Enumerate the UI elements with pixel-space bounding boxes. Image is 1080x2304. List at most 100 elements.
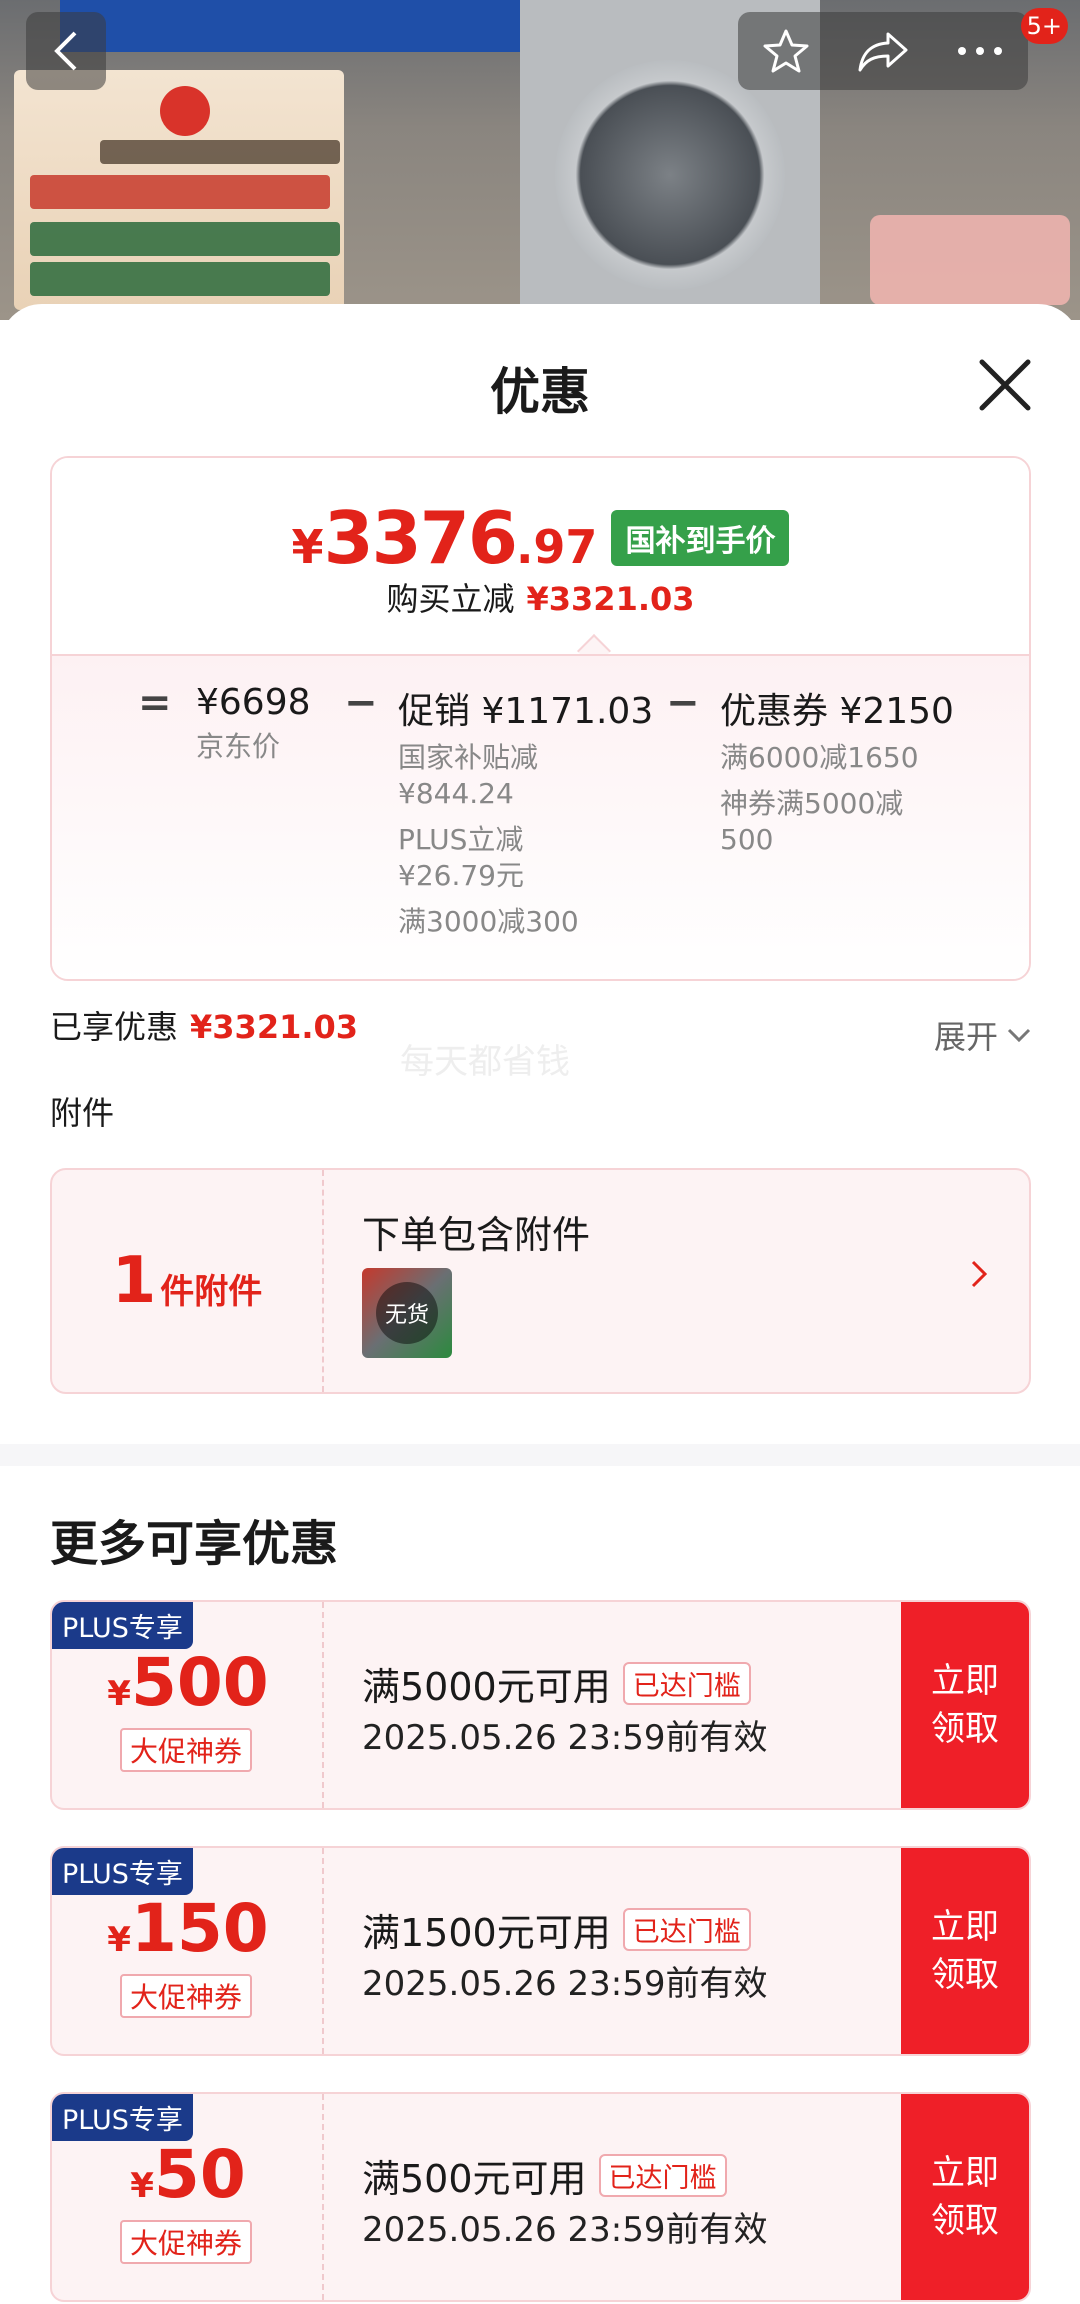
close-button[interactable]: [970, 350, 1040, 420]
promo-line: [30, 175, 330, 209]
offers-sheet: 优惠 ¥ 3376 .97 国补到手价 购买立减 ¥3321.03 = ¥6698…: [0, 304, 1080, 2304]
message-count-badge: 5+: [1020, 8, 1068, 44]
attachment-title: 下单包含附件: [362, 1213, 591, 1257]
coupon-value-area: PLUS专享 ¥150 大促神券: [52, 1848, 324, 2054]
chevron-right-icon: [971, 1260, 988, 1288]
coupon-expiry: 2025.05.26 23:59前有效: [362, 1964, 768, 2004]
attachment-count-number: 1: [111, 1244, 157, 1318]
brand-banner: [60, 0, 520, 52]
threshold-met-badge: 已达门槛: [622, 1662, 751, 1705]
jd-price-value: ¥6698: [196, 682, 311, 723]
promo-line: [30, 262, 330, 296]
coupon-currency: ¥: [130, 2166, 154, 2206]
promo-badge-image: [870, 215, 1070, 305]
coupon-item: 满6000减1650: [720, 741, 919, 774]
reduction-value: ¥3321.03: [526, 580, 695, 618]
chevron-down-icon: [1007, 1028, 1031, 1043]
coupon-value-area: PLUS专享 ¥50 大促神券: [52, 2094, 324, 2300]
plus-exclusive-tag: PLUS专享: [52, 2094, 193, 2141]
claim-coupon-button[interactable]: 立即 领取: [901, 1602, 1029, 1808]
promo-column: 促销 ¥1171.03 国家补贴减 ¥844.24 PLUS立减 ¥26.79元…: [398, 682, 653, 940]
minus-sign: −: [344, 680, 378, 726]
coupon-card: PLUS专享 ¥500 大促神券 满5000元可用 已达门槛 2025.05.26…: [50, 1600, 1031, 1810]
coupon-value: 150: [130, 1890, 269, 1967]
washer-drum: [555, 60, 785, 290]
enjoyed-discount: 已享优惠 ¥3321.03: [50, 1002, 358, 1048]
expand-label: 展开: [933, 1018, 998, 1056]
close-icon: [979, 359, 1031, 411]
promo-line: [100, 140, 340, 164]
share-icon[interactable]: [856, 26, 910, 76]
coupon-currency: ¥: [107, 1674, 131, 1714]
reduction-label: 购买立减: [386, 580, 515, 618]
final-price-area: ¥ 3376 .97 国补到手价 购买立减 ¥3321.03: [52, 458, 1029, 654]
coupon-condition-text: 满500元可用: [362, 2157, 587, 2201]
more-icon[interactable]: [955, 44, 1005, 58]
attachments-card[interactable]: 1 件附件 下单包含附件 无货: [50, 1168, 1031, 1394]
coupon-item: 神券满5000减: [720, 787, 904, 820]
coupon-column: 优惠券 ¥2150 满6000减1650 神券满5000减 500: [720, 682, 954, 858]
coupon-value-area: PLUS专享 ¥500 大促神券: [52, 1602, 324, 1808]
chevron-left-icon: [54, 31, 77, 71]
out-of-stock-label: 无货: [376, 1282, 438, 1344]
coupon-amount: ¥50: [52, 2136, 324, 2213]
expand-button[interactable]: 展开: [934, 1012, 1032, 1058]
jd-price-label: 京东价: [196, 730, 281, 763]
coupon-value: 500: [130, 1644, 269, 1721]
coupon-condition-text: 满1500元可用: [362, 1911, 611, 1955]
coupon-total: 优惠券 ¥2150: [720, 691, 954, 732]
coupon-card: PLUS专享 ¥150 大促神券 满1500元可用 已达门槛 2025.05.26…: [50, 1846, 1031, 2056]
coupon-card: PLUS专享 ¥50 大促神券 满500元可用 已达门槛 2025.05.26 2…: [50, 2092, 1031, 2302]
plus-exclusive-tag: PLUS专享: [52, 1602, 193, 1649]
coupon-item: 500: [720, 823, 774, 856]
coupon-amount: ¥150: [52, 1890, 324, 1967]
claim-coupon-button[interactable]: 立即 领取: [901, 1848, 1029, 2054]
coupon-type: 大促神券: [120, 1728, 253, 1772]
enjoyed-value: ¥3321.03: [190, 1008, 359, 1046]
coupon-expiry: 2025.05.26 23:59前有效: [362, 2210, 768, 2250]
final-price: ¥ 3376 .97 国补到手价: [52, 496, 1029, 580]
coupon-type: 大促神券: [120, 2220, 253, 2264]
coupon-expiry: 2025.05.26 23:59前有效: [362, 1718, 768, 1758]
subsidy-price-tag: 国补到手价: [611, 510, 790, 566]
threshold-met-badge: 已达门槛: [622, 1908, 751, 1951]
price-decimal: .97: [515, 520, 598, 574]
jd-price-column: ¥6698 京东价: [196, 682, 311, 765]
attachment-thumbnail: 无货: [362, 1268, 452, 1358]
coupon-condition: 满1500元可用 已达门槛: [362, 1902, 751, 1957]
sheet-title: 优惠: [490, 363, 590, 421]
enjoyed-label: 已享优惠: [50, 1008, 179, 1046]
coupon-amount: ¥500: [52, 1644, 324, 1721]
coupon-condition: 满5000元可用 已达门槛: [362, 1656, 751, 1711]
back-button[interactable]: [26, 12, 106, 90]
coupon-condition-text: 满5000元可用: [362, 1665, 611, 1709]
attachment-count-unit: 件附件: [160, 1271, 263, 1312]
coupon-currency: ¥: [107, 1920, 131, 1960]
price-currency: ¥: [291, 520, 324, 574]
top-actions: [738, 12, 1028, 90]
promo-item: ¥26.79元: [398, 859, 524, 892]
price-breakdown-card: ¥ 3376 .97 国补到手价 购买立减 ¥3321.03 = ¥6698 京东…: [50, 456, 1031, 981]
minus-sign: −: [666, 680, 700, 726]
equals-sign: =: [138, 680, 172, 726]
attachment-count: 1 件附件: [52, 1170, 324, 1392]
plus-exclusive-tag: PLUS专享: [52, 1848, 193, 1895]
promo-item: 满3000减300: [398, 905, 579, 938]
watermark-text: 每天都省钱: [400, 1042, 570, 1082]
threshold-met-badge: 已达门槛: [598, 2154, 727, 2197]
attachments-label: 附件: [50, 1094, 115, 1132]
price-integer: 3376: [323, 496, 518, 580]
promo-item: ¥844.24: [398, 777, 514, 810]
coupon-type: 大促神券: [120, 1974, 253, 2018]
claim-coupon-button[interactable]: 立即 领取: [901, 2094, 1029, 2300]
promo-total: 促销 ¥1171.03: [398, 691, 654, 732]
star-icon[interactable]: [761, 26, 811, 76]
flower-logo: [160, 86, 210, 136]
more-offers-title: 更多可享优惠: [50, 1516, 339, 1572]
claim-button-label: 立即 领取: [931, 1907, 999, 1995]
coupon-value: 50: [153, 2136, 246, 2213]
promo-item: 国家补贴减: [398, 741, 539, 774]
instant-reduction: 购买立减 ¥3321.03: [52, 574, 1029, 620]
price-formula: = ¥6698 京东价 − 促销 ¥1171.03 国家补贴减 ¥844.24 …: [52, 654, 1029, 979]
promo-line: [30, 222, 340, 256]
